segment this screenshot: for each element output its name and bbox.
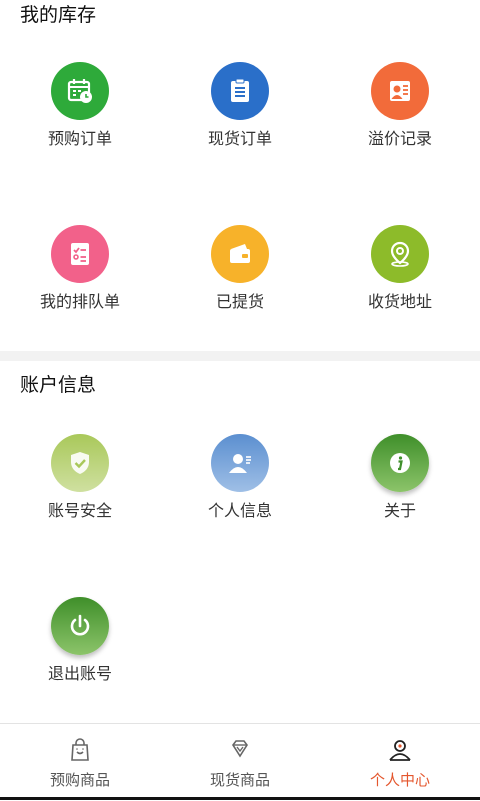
tab-personal-center-label: 个人中心: [369, 771, 430, 789]
info-icon: [371, 434, 429, 492]
premium-records-label: 溢价记录: [367, 129, 432, 148]
my-queue-button[interactable]: 我的排队单: [0, 225, 160, 335]
user-card-icon: [211, 434, 269, 492]
premium-records-button[interactable]: 溢价记录: [320, 62, 480, 172]
clipboard-icon: [211, 62, 269, 120]
diamond-icon: [232, 740, 248, 758]
preorder-orders-button[interactable]: 预购订单: [0, 62, 160, 172]
tab-stock-products[interactable]: 现货商品: [160, 724, 320, 801]
power-icon: [51, 597, 109, 655]
account-security-button[interactable]: 账号安全: [0, 434, 160, 544]
logout-label: 退出账号: [47, 664, 112, 683]
picked-up-button[interactable]: 已提货: [160, 225, 320, 335]
personal-info-button[interactable]: 个人信息: [160, 434, 320, 544]
logout-button[interactable]: 退出账号: [0, 597, 160, 707]
tab-preorder-products-label: 预购商品: [49, 771, 110, 789]
bottom-tab-bar: 预购商品 现货商品 个人中心: [0, 723, 480, 801]
about-label: 关于: [383, 501, 416, 520]
calendar-clock-icon: [51, 62, 109, 120]
tab-preorder-products[interactable]: 预购商品: [0, 724, 160, 801]
my-queue-label: 我的排队单: [39, 292, 120, 311]
about-button[interactable]: 关于: [320, 434, 480, 544]
preorder-orders-label: 预购订单: [47, 129, 112, 148]
contact-card-icon: [371, 62, 429, 120]
picked-up-label: 已提货: [215, 292, 264, 311]
stock-orders-label: 现货订单: [207, 129, 272, 148]
shipping-address-label: 收货地址: [367, 292, 432, 311]
location-pin-icon: [371, 225, 429, 283]
section-divider: [0, 351, 480, 361]
user-profile-icon: [389, 740, 411, 761]
shipping-address-button[interactable]: 收货地址: [320, 225, 480, 335]
shield-check-icon: [51, 434, 109, 492]
inventory-section-title: 我的库存: [20, 4, 97, 26]
personal-info-label: 个人信息: [207, 501, 272, 520]
tab-personal-center[interactable]: 个人中心: [320, 724, 480, 801]
account-security-label: 账号安全: [47, 501, 112, 520]
stock-orders-button[interactable]: 现货订单: [160, 62, 320, 172]
shopping-bag-icon: [71, 738, 89, 761]
tab-stock-products-label: 现货商品: [209, 771, 270, 789]
checklist-icon: [51, 225, 109, 283]
account-section-title: 账户信息: [20, 374, 97, 396]
wallet-icon: [211, 225, 269, 283]
